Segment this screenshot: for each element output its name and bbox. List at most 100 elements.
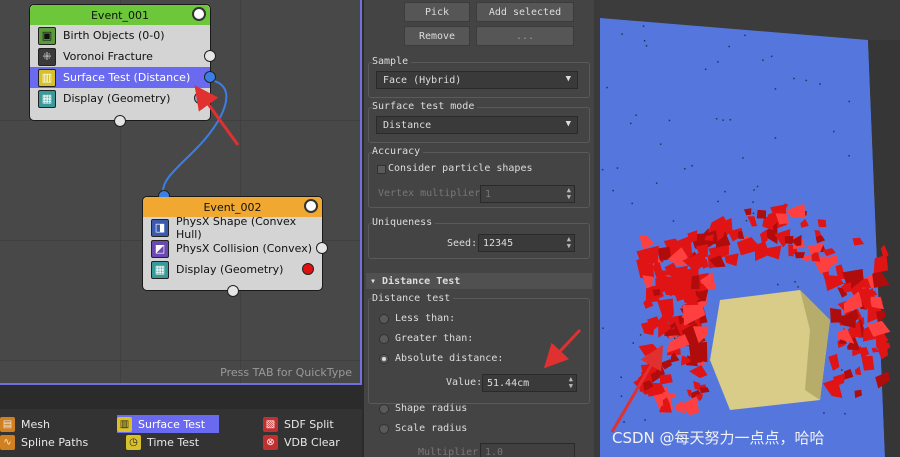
viewport-scene	[600, 18, 900, 457]
operator-label: PhysX Collision (Convex)	[176, 242, 313, 255]
speck	[684, 168, 686, 170]
speck	[631, 202, 633, 205]
speck	[704, 68, 707, 71]
speck	[674, 337, 676, 339]
speck	[630, 122, 632, 125]
watermark-text: CSDN @每天努力一点点，哈哈	[612, 429, 825, 447]
event-output-port[interactable]	[114, 115, 126, 127]
palette-item-spline-paths[interactable]: ∿ Spline Paths	[0, 433, 88, 451]
speck	[691, 165, 693, 167]
event-001-header[interactable]: Event_001	[30, 5, 210, 25]
distance-value-spinner[interactable]: 51.44cm ▲ ▼	[482, 374, 577, 392]
speck	[645, 45, 648, 47]
palette-label: Surface Test	[138, 417, 206, 431]
particle-flow-graph[interactable]: Event_001 ▣ Birth Objects (0-0) ⁜ Vorono…	[0, 0, 362, 385]
display-color-port[interactable]	[302, 263, 314, 275]
distance-test-title: Distance test	[372, 293, 454, 304]
speck	[722, 119, 724, 121]
palette-item-mesh[interactable]: ▤ Mesh	[0, 415, 50, 433]
sample-dropdown[interactable]: Face (Hybrid) ▼	[376, 71, 578, 89]
operator-physx-shape[interactable]: ◨ PhysX Shape (Convex Hull)	[143, 215, 322, 241]
vdb-clear-icon: ⊗	[263, 434, 278, 450]
speck	[762, 59, 764, 61]
absolute-distance-radio[interactable]	[379, 354, 389, 364]
spline-paths-icon: ∿	[0, 434, 15, 450]
lightbulb-icon[interactable]	[192, 7, 206, 21]
speck	[644, 419, 646, 421]
output-port[interactable]	[316, 242, 328, 254]
palette-item-surface-test[interactable]: ▥ Surface Test	[117, 415, 220, 433]
speck	[728, 45, 730, 48]
pick-button[interactable]: Pick	[404, 2, 470, 22]
test-output-port[interactable]	[204, 71, 216, 83]
remove-button[interactable]: Remove	[404, 26, 470, 46]
output-port[interactable]	[204, 50, 216, 62]
palette-item-vdb-clear[interactable]: ⊗ VDB Clear	[263, 433, 340, 451]
fragment	[794, 252, 805, 259]
consider-shapes-checkbox[interactable]	[377, 165, 386, 174]
chevron-down-icon: ▼	[565, 119, 571, 129]
speck	[642, 25, 645, 27]
shape-radius-radio[interactable]	[379, 404, 389, 414]
operator-birth-objects[interactable]: ▣ Birth Objects (0-0)	[30, 25, 210, 46]
event-001-node[interactable]: Event_001 ▣ Birth Objects (0-0) ⁜ Vorono…	[29, 4, 216, 127]
display-port[interactable]	[194, 92, 206, 104]
mesh-icon: ▤	[0, 416, 15, 432]
distance-test-rollout[interactable]: ▾ Distance Test	[366, 273, 592, 289]
speck	[819, 83, 821, 85]
sample-title: Sample	[372, 56, 412, 67]
voronoi-fracture-icon: ⁜	[38, 47, 56, 66]
fragment	[756, 209, 767, 219]
palette-item-sdf-split[interactable]: ▧ SDF Split	[263, 415, 334, 433]
palette-label: SDF Split	[284, 417, 334, 431]
speck	[717, 61, 719, 63]
speck	[668, 119, 671, 122]
properties-panel: Pick Add selected Remove ... Sample Face…	[364, 0, 600, 457]
palette-item-time-test[interactable]: ◷ Time Test	[126, 433, 199, 451]
operator-palette: ▤ Mesh ∿ Spline Paths ▥ Surface Test ◷ T…	[0, 409, 362, 457]
speck	[744, 34, 746, 37]
speck	[620, 376, 622, 378]
event-output-port[interactable]	[227, 285, 239, 297]
speck	[793, 77, 795, 80]
operator-surface-test[interactable]: ▥ Surface Test (Distance)	[30, 67, 216, 88]
event-002-node[interactable]: Event_002 ◨ PhysX Shape (Convex Hull) ◩ …	[142, 190, 328, 297]
operator-voronoi-fracture[interactable]: ⁜ Voronoi Fracture	[30, 46, 216, 67]
speck	[770, 55, 773, 58]
speck	[601, 168, 604, 171]
speck	[848, 155, 850, 157]
surface-mode-dropdown[interactable]: Distance ▼	[376, 116, 578, 134]
vertex-multiplier-spinner[interactable]: 1 ▲ ▼	[480, 185, 575, 203]
operator-physx-collision[interactable]: ◩ PhysX Collision (Convex)	[143, 238, 328, 259]
speck	[606, 86, 608, 89]
more-button[interactable]: ...	[476, 26, 574, 46]
event-002-title: Event_002	[203, 200, 262, 214]
spinner-arrows-icon: ▲ ▼	[566, 186, 571, 201]
speck	[717, 200, 719, 203]
multiplier-spinner[interactable]: 1.0	[480, 443, 575, 457]
less-than-radio[interactable]	[379, 314, 389, 324]
greater-than-label: Greater than:	[395, 333, 474, 344]
speck	[805, 79, 807, 82]
spinner-value: 51.44cm	[487, 377, 530, 389]
add-selected-button[interactable]: Add selected	[476, 2, 574, 22]
operator-label: Voronoi Fracture	[63, 50, 153, 63]
speck	[774, 137, 777, 139]
operator-label: Display (Geometry)	[63, 92, 171, 105]
lightbulb-icon[interactable]	[304, 199, 318, 213]
speck	[823, 412, 825, 414]
speck	[833, 130, 835, 133]
operator-display-geometry[interactable]: ▦ Display (Geometry)	[30, 88, 210, 109]
operator-display-geometry[interactable]: ▦ Display (Geometry)	[143, 259, 322, 280]
scale-radius-radio[interactable]	[379, 424, 389, 434]
dropdown-value: Distance	[383, 119, 432, 131]
seed-spinner[interactable]: 12345 ▲ ▼	[478, 234, 575, 252]
3d-viewport[interactable]	[600, 0, 900, 457]
greater-than-radio[interactable]	[379, 334, 389, 344]
rollout-title: Distance Test	[382, 275, 461, 287]
surface-test-icon: ▥	[38, 68, 56, 87]
operator-label: Display (Geometry)	[176, 263, 284, 276]
seed-label: Seed:	[447, 238, 478, 249]
operator-label: Surface Test (Distance)	[63, 71, 191, 84]
speck	[635, 114, 637, 116]
